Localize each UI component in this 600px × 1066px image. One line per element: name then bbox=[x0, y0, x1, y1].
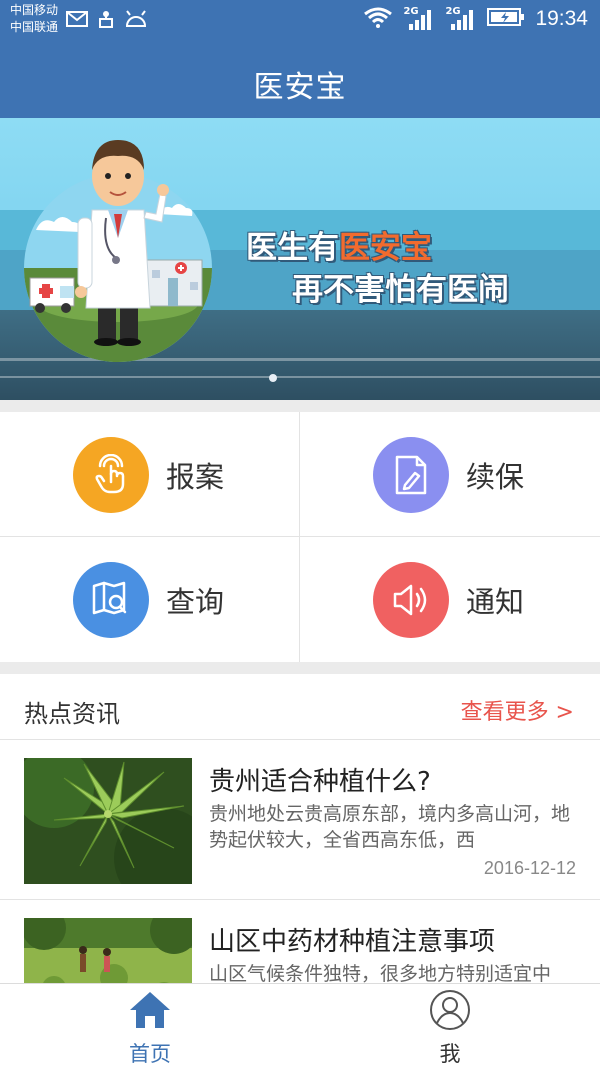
book-search-icon bbox=[73, 561, 149, 638]
query-button[interactable]: 查询 bbox=[0, 537, 300, 662]
query-label: 查询 bbox=[166, 584, 225, 619]
news-thumbnail bbox=[24, 758, 192, 884]
section-divider bbox=[0, 400, 600, 412]
news-summary: 贵州地处云贵高原东部，境内多高山河，地势起伏较大，全省西高东低，西 bbox=[209, 803, 571, 851]
grid-divider-vertical bbox=[299, 412, 300, 662]
notification-button[interactable]: 通知 bbox=[300, 537, 600, 662]
banner-slogan-line1: 医生有医安宝 bbox=[246, 222, 432, 267]
touch-hand-icon bbox=[73, 436, 149, 513]
section-divider-2 bbox=[0, 662, 600, 674]
bottom-nav: 首页 我 bbox=[0, 983, 600, 1066]
view-more-link[interactable]: 查看更多 > bbox=[461, 694, 574, 726]
news-item[interactable]: 贵州适合种植什么? 贵州地处云贵高原东部，境内多高山河，地势起伏较大，全省西高东… bbox=[0, 741, 600, 900]
user-icon bbox=[428, 988, 472, 1036]
home-icon bbox=[128, 988, 172, 1036]
feature-grid: 报案 续保 查询 通知 bbox=[0, 412, 600, 662]
carrier-2: 中国联通 bbox=[10, 20, 59, 34]
renew-insurance-label: 续保 bbox=[466, 459, 525, 494]
renew-insurance-button[interactable]: 续保 bbox=[300, 412, 600, 537]
status-bar: 中国移动 中国联通 2G 2G 19:34 bbox=[0, 0, 600, 44]
news-headline: 贵州适合种植什么? bbox=[209, 767, 431, 797]
wifi-icon bbox=[363, 6, 393, 32]
news-headline: 山区中药材种植注意事项 bbox=[209, 927, 496, 957]
system-icons: 2G 2G 19:34 bbox=[363, 6, 588, 32]
banner-slogan-line2: 再不害怕有医闹 bbox=[292, 272, 509, 308]
speaker-icon bbox=[373, 561, 449, 638]
nav-home-label: 首页 bbox=[129, 1042, 171, 1066]
clock: 19:34 bbox=[535, 7, 588, 30]
android-icon bbox=[124, 10, 148, 34]
app-title: 医安宝 bbox=[253, 70, 347, 105]
nav-home[interactable]: 首页 bbox=[0, 984, 300, 1066]
signal-icon: 2G bbox=[403, 6, 435, 32]
carousel-indicator[interactable] bbox=[269, 374, 277, 382]
report-case-label: 报案 bbox=[166, 459, 225, 494]
app-screen: 中国移动 中国联通 2G 2G 19:34 医安宝 医生有医安宝 再不害怕有医闹… bbox=[0, 0, 600, 1066]
news-date: 2016-12-12 bbox=[483, 858, 576, 878]
document-edit-icon bbox=[373, 436, 449, 513]
notification-icons bbox=[66, 10, 148, 34]
promo-banner[interactable]: 医生有医安宝 再不害怕有医闹 bbox=[0, 118, 600, 400]
carrier-1: 中国移动 bbox=[10, 3, 59, 17]
mail-icon bbox=[66, 10, 88, 34]
banner-slogan-prefix: 医生有 bbox=[246, 230, 339, 266]
report-case-button[interactable]: 报案 bbox=[0, 412, 300, 537]
battery-charging-icon bbox=[487, 7, 525, 31]
banner-slogan-highlight: 医安宝 bbox=[339, 230, 432, 266]
notification-label: 通知 bbox=[466, 584, 525, 619]
carrier-info: 中国移动 中国联通 bbox=[10, 2, 58, 36]
nav-me-label: 我 bbox=[439, 1042, 461, 1066]
signal-icon-2: 2G bbox=[445, 6, 477, 32]
news-section-title: 热点资讯 bbox=[24, 700, 120, 728]
grid-divider-horizontal bbox=[0, 536, 600, 537]
nav-me[interactable]: 我 bbox=[300, 984, 600, 1066]
app-title-bar: 医安宝 bbox=[0, 44, 600, 118]
news-header: 热点资讯 查看更多 > bbox=[0, 674, 600, 740]
usb-icon bbox=[96, 10, 116, 34]
